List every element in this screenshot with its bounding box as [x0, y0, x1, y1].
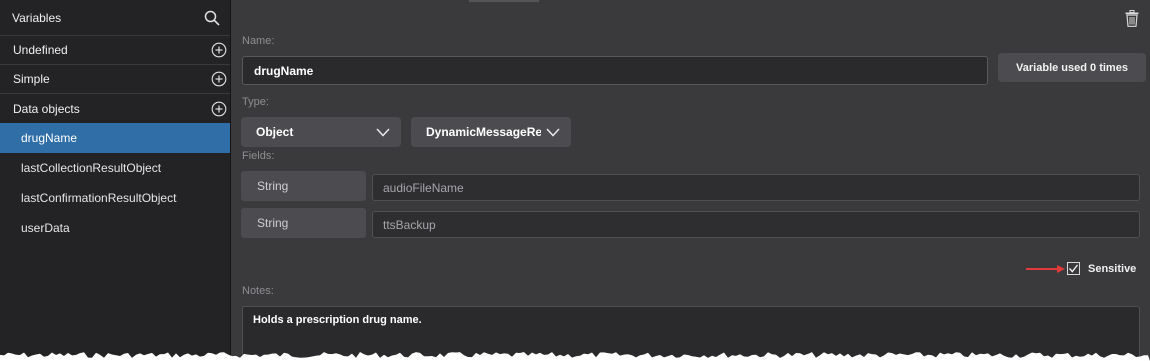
- variable-editor: Name: drugName Variable used 0 times Typ…: [231, 0, 1150, 361]
- name-label: Name:: [242, 35, 275, 47]
- variable-item-drugname[interactable]: drugName: [0, 123, 230, 153]
- notes-label: Notes:: [242, 285, 274, 297]
- group-data-objects[interactable]: Data objects: [0, 94, 230, 123]
- group-label: Data objects: [13, 101, 80, 116]
- chevron-down-icon: [541, 127, 565, 137]
- type-select-value: Object: [256, 125, 294, 139]
- group-label: Simple: [13, 72, 50, 86]
- variable-item-lastcollectionresultobject[interactable]: lastCollectionResultObject: [0, 153, 230, 183]
- fields-label: Fields:: [242, 150, 275, 162]
- sidebar-title: Variables: [12, 10, 62, 25]
- field-name-input[interactable]: audioFileName: [372, 174, 1140, 201]
- arrow-right-icon: [1026, 263, 1066, 277]
- chevron-down-icon: [371, 127, 395, 137]
- group-simple[interactable]: Simple: [0, 65, 230, 94]
- sidebar-header: Variables: [0, 0, 230, 36]
- group-undefined[interactable]: Undefined: [0, 36, 230, 65]
- variables-sidebar: Variables Undefined Simple Data objects …: [0, 0, 231, 361]
- notes-textarea[interactable]: Holds a prescription drug name.: [242, 306, 1140, 361]
- add-undefined-variable-plus-circle-icon[interactable]: [211, 42, 227, 58]
- top-tab-indicator: [469, 0, 539, 2]
- variable-usage-button[interactable]: Variable used 0 times: [998, 53, 1146, 82]
- subtype-select[interactable]: DynamicMessageRef: [411, 117, 571, 147]
- subtype-select-value: DynamicMessageRef: [426, 125, 541, 139]
- variable-name-input[interactable]: drugName: [242, 56, 988, 85]
- group-label: Undefined: [13, 43, 68, 57]
- field-type-button[interactable]: String: [241, 208, 366, 238]
- trash-icon[interactable]: [1125, 10, 1141, 28]
- sensitive-toggle[interactable]: Sensitive: [1067, 262, 1136, 275]
- field-type-button[interactable]: String: [241, 171, 366, 201]
- variable-item-lastconfirmationresultobject[interactable]: lastConfirmationResultObject: [0, 183, 230, 213]
- sensitive-checkbox[interactable]: [1067, 262, 1080, 275]
- add-data-object-plus-circle-icon[interactable]: [211, 101, 227, 117]
- type-label: Type:: [242, 96, 269, 108]
- sensitive-label: Sensitive: [1088, 262, 1137, 275]
- variable-item-userdata[interactable]: userData: [0, 213, 230, 243]
- field-name-input[interactable]: ttsBackup: [372, 211, 1140, 238]
- type-select[interactable]: Object: [241, 117, 401, 147]
- add-simple-variable-plus-circle-icon[interactable]: [211, 71, 227, 87]
- search-icon[interactable]: [204, 10, 220, 26]
